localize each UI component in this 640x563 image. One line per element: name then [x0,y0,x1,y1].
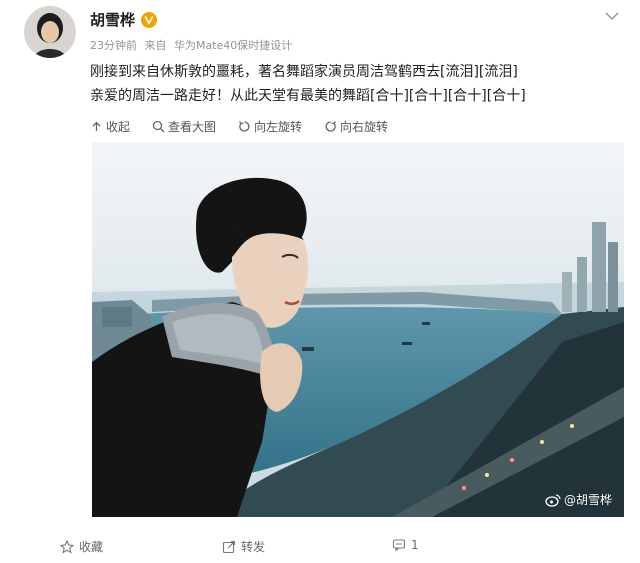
repost-label: 转发 [241,540,266,554]
comment-button[interactable]: 1 [392,538,419,552]
rotate-right-label: 向右旋转 [340,120,389,134]
image-toolbar: 收起 查看大图 向左旋转 向右旋转 [90,118,388,135]
post-body: 刚接到来自休斯敦的噩耗，著名舞蹈家演员周洁驾鹤西去[流泪][流泪] 亲爱的周洁一… [90,60,630,108]
star-icon [60,539,74,554]
repost-button[interactable]: 转发 [222,538,265,555]
view-large-button[interactable]: 查看大图 [152,118,216,135]
collapse-button[interactable]: 收起 [90,118,130,135]
comment-count: 1 [411,538,419,552]
post-time[interactable]: 23分钟前 [90,39,137,52]
magnifier-icon [152,120,165,133]
post-actions: 收藏 转发 1 [0,535,640,561]
rotate-right-icon [325,121,337,132]
avatar[interactable] [24,6,76,58]
post-text-line: 亲爱的周洁一路走好！从此天堂有最美的舞蹈[合十][合十][合十][合十] [90,88,526,104]
collapse-label: 收起 [106,120,131,134]
watermark: @胡雪桦 [545,491,612,508]
view-large-label: 查看大图 [168,120,217,134]
repost-icon [222,540,236,553]
author-name-row: 胡雪桦 [90,9,158,30]
source-prefix: 来自 [144,39,167,52]
rotate-left-icon [239,121,250,132]
rotate-left-label: 向左旋转 [254,120,303,134]
favorite-button[interactable]: 收藏 [60,538,103,555]
weibo-logo-icon [545,493,561,507]
post-photo[interactable] [92,142,624,517]
rotate-left-button[interactable]: 向左旋转 [238,118,302,135]
favorite-label: 收藏 [79,540,104,554]
verified-badge-icon [141,11,158,28]
source-device[interactable]: 华为Mate40保时捷设计 [174,39,292,52]
watermark-text: @胡雪桦 [564,493,613,507]
post-meta: 23分钟前 来自 华为Mate40保时捷设计 [90,37,296,53]
author-name[interactable]: 胡雪桦 [90,9,135,30]
comment-icon [392,539,406,552]
post-text-line: 刚接到来自休斯敦的噩耗，著名舞蹈家演员周洁驾鹤西去[流泪][流泪] [90,64,518,80]
chevron-down-icon[interactable] [602,6,622,26]
collapse-icon [92,121,101,131]
rotate-right-button[interactable]: 向右旋转 [324,118,388,135]
